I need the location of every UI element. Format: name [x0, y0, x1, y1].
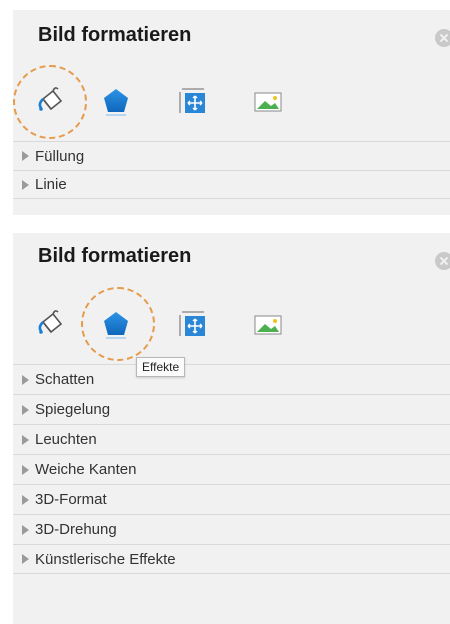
close-icon[interactable]	[435, 252, 450, 270]
size-layout-icon	[179, 88, 205, 113]
section-list: Füllung Linie	[13, 141, 450, 199]
triangle-right-icon	[22, 151, 29, 161]
section-line[interactable]: Linie	[13, 170, 450, 199]
triangle-right-icon	[22, 374, 29, 385]
triangle-right-icon	[22, 524, 29, 535]
format-picture-panel-top: Bild formatieren Füllung Linie	[13, 10, 450, 215]
picture-icon	[254, 92, 282, 112]
section-3d-rotation[interactable]: 3D-Drehung	[13, 514, 450, 544]
section-label: Weiche Kanten	[35, 461, 137, 478]
panel-title: Bild formatieren	[38, 245, 192, 267]
section-3d-format[interactable]: 3D-Format	[13, 484, 450, 514]
section-soft-edges[interactable]: Weiche Kanten	[13, 454, 450, 484]
triangle-right-icon	[22, 554, 29, 564]
paint-bucket-icon	[38, 87, 63, 111]
tab-picture[interactable]	[251, 84, 285, 118]
section-label: Schatten	[35, 371, 95, 388]
triangle-right-icon	[22, 494, 29, 505]
section-label: Füllung	[35, 147, 85, 165]
triangle-right-icon	[22, 404, 29, 415]
triangle-right-icon	[22, 434, 29, 445]
tab-effects[interactable]	[99, 307, 133, 341]
section-label: Künstlerische Effekte	[35, 550, 176, 568]
tab-effects[interactable]	[99, 84, 133, 118]
section-label: 3D-Drehung	[35, 521, 117, 538]
pentagon-icon	[104, 312, 128, 339]
section-label: 3D-Format	[35, 491, 107, 508]
section-artistic-effects[interactable]: Künstlerische Effekte	[13, 544, 450, 574]
section-list: Schatten Spiegelung Leuchten Weiche Kant…	[13, 364, 450, 574]
tab-size-properties[interactable]	[176, 307, 210, 341]
picture-icon	[254, 315, 282, 335]
section-shadow[interactable]: Schatten	[13, 364, 450, 394]
close-icon[interactable]	[435, 29, 450, 47]
tab-picture[interactable]	[251, 307, 285, 341]
section-label: Linie	[35, 176, 67, 193]
section-label: Spiegelung	[35, 401, 111, 418]
section-label: Leuchten	[35, 431, 97, 448]
section-glow[interactable]: Leuchten	[13, 424, 450, 454]
tab-fill-line[interactable]	[34, 84, 68, 118]
pentagon-icon	[104, 89, 128, 116]
section-reflection[interactable]: Spiegelung	[13, 394, 450, 424]
panel-title: Bild formatieren	[38, 24, 192, 46]
size-layout-icon	[179, 311, 205, 336]
tooltip-effects: Effekte	[136, 357, 186, 377]
triangle-right-icon	[22, 464, 29, 475]
tab-fill-line[interactable]	[34, 307, 68, 341]
tab-size-properties[interactable]	[176, 84, 210, 118]
triangle-right-icon	[22, 179, 29, 190]
paint-bucket-icon	[38, 310, 63, 334]
section-fill[interactable]: Füllung	[13, 141, 450, 170]
format-picture-panel-bottom: Bild formatieren Schatten Spiegelung Leu…	[13, 233, 450, 624]
